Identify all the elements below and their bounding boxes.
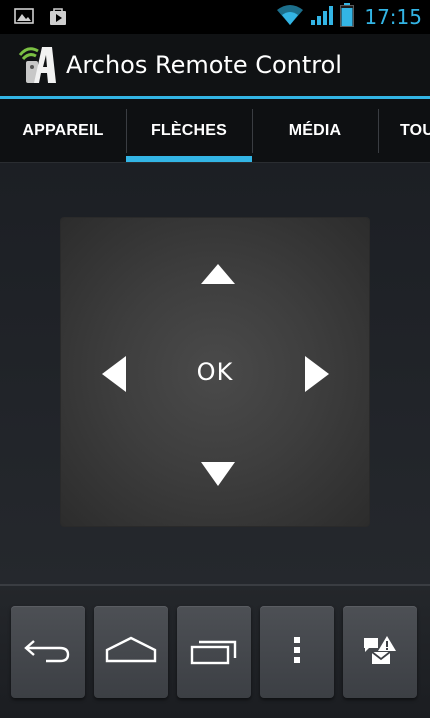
back-icon: [24, 635, 72, 670]
tab-label: APPAREIL: [22, 121, 104, 139]
tab-bar: APPAREIL FLÈCHES MÉDIA TOU: [0, 99, 430, 163]
tab-tou[interactable]: TOU: [378, 99, 430, 162]
home-button[interactable]: [94, 606, 168, 698]
tab-appareil[interactable]: APPAREIL: [0, 99, 127, 162]
tab-fleches[interactable]: FLÈCHES: [126, 99, 253, 162]
bottom-button-bar: [0, 584, 430, 718]
ok-button[interactable]: OK: [185, 354, 245, 390]
image-notification-icon: [14, 8, 34, 31]
down-arrow-icon[interactable]: [201, 462, 235, 486]
status-time: 17:15: [364, 5, 422, 29]
messages-alert-icon: [363, 635, 397, 670]
app-title: Archos Remote Control: [66, 51, 342, 79]
home-icon: [105, 635, 157, 670]
battery-icon: [340, 2, 355, 32]
overflow-menu-icon: [293, 636, 301, 669]
tab-label: TOU: [400, 121, 430, 139]
menu-button[interactable]: [260, 606, 334, 698]
wifi-icon: [276, 4, 304, 31]
tab-media[interactable]: MÉDIA: [252, 99, 379, 162]
dpad-panel: OK: [61, 218, 369, 526]
action-bar: Archos Remote Control: [0, 34, 430, 99]
recent-apps-button[interactable]: [177, 606, 251, 698]
back-button[interactable]: [11, 606, 85, 698]
signal-icon: [310, 4, 334, 31]
up-arrow-icon[interactable]: [201, 264, 235, 284]
left-arrow-icon[interactable]: [102, 356, 126, 392]
notifications-button[interactable]: [343, 606, 417, 698]
play-store-notification-icon: [48, 8, 68, 31]
right-arrow-icon[interactable]: [305, 356, 329, 392]
recent-apps-icon: [189, 634, 239, 671]
tab-label: FLÈCHES: [150, 121, 228, 139]
tab-label: MÉDIA: [288, 121, 342, 139]
archos-app-icon[interactable]: [18, 43, 60, 85]
status-bar: 17:15: [0, 0, 430, 34]
